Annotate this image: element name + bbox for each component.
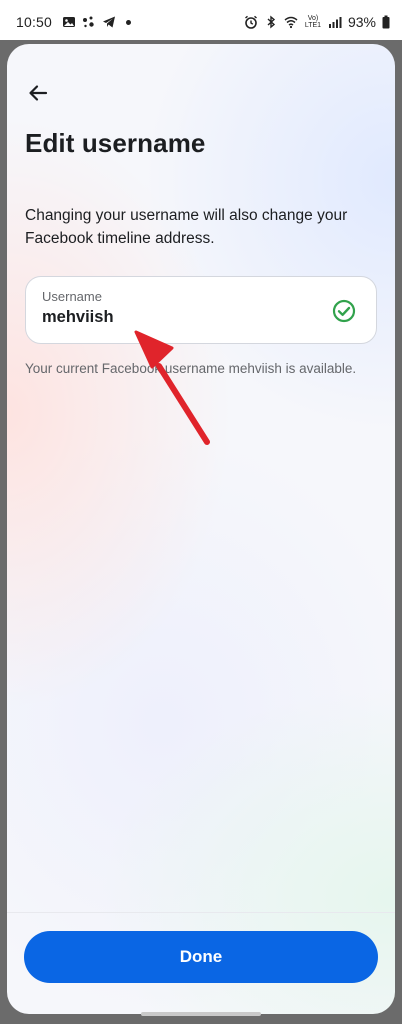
gallery-icon	[62, 15, 76, 29]
home-indicator[interactable]	[141, 1012, 261, 1016]
volte-label: Vo) LTE1	[304, 15, 322, 29]
wifi-icon	[284, 15, 298, 29]
notification-dot-icon	[126, 19, 132, 25]
status-time: 10:50	[16, 14, 53, 30]
battery-icon	[382, 15, 390, 29]
username-field-label: Username	[42, 289, 102, 304]
done-button[interactable]: Done	[24, 931, 378, 983]
battery-percentage: 93%	[347, 14, 376, 30]
telegram-icon	[102, 15, 116, 29]
status-bar: 10:50 Vo) LTE1 93%	[0, 0, 402, 44]
footer-divider	[7, 912, 395, 913]
signal-icon	[328, 15, 342, 29]
description-text: Changing your username will also change …	[25, 207, 348, 247]
annotation-arrow-icon	[134, 330, 210, 445]
bluetooth-icon	[264, 15, 278, 29]
back-button[interactable]	[23, 80, 53, 110]
back-arrow-icon	[27, 82, 49, 109]
page-title: Edit username	[25, 128, 206, 158]
edit-username-sheet: Edit username Changing your username wil…	[7, 44, 395, 1014]
assistant-icon	[82, 15, 96, 29]
check-circle-icon	[332, 299, 356, 323]
alarm-icon	[244, 15, 258, 29]
